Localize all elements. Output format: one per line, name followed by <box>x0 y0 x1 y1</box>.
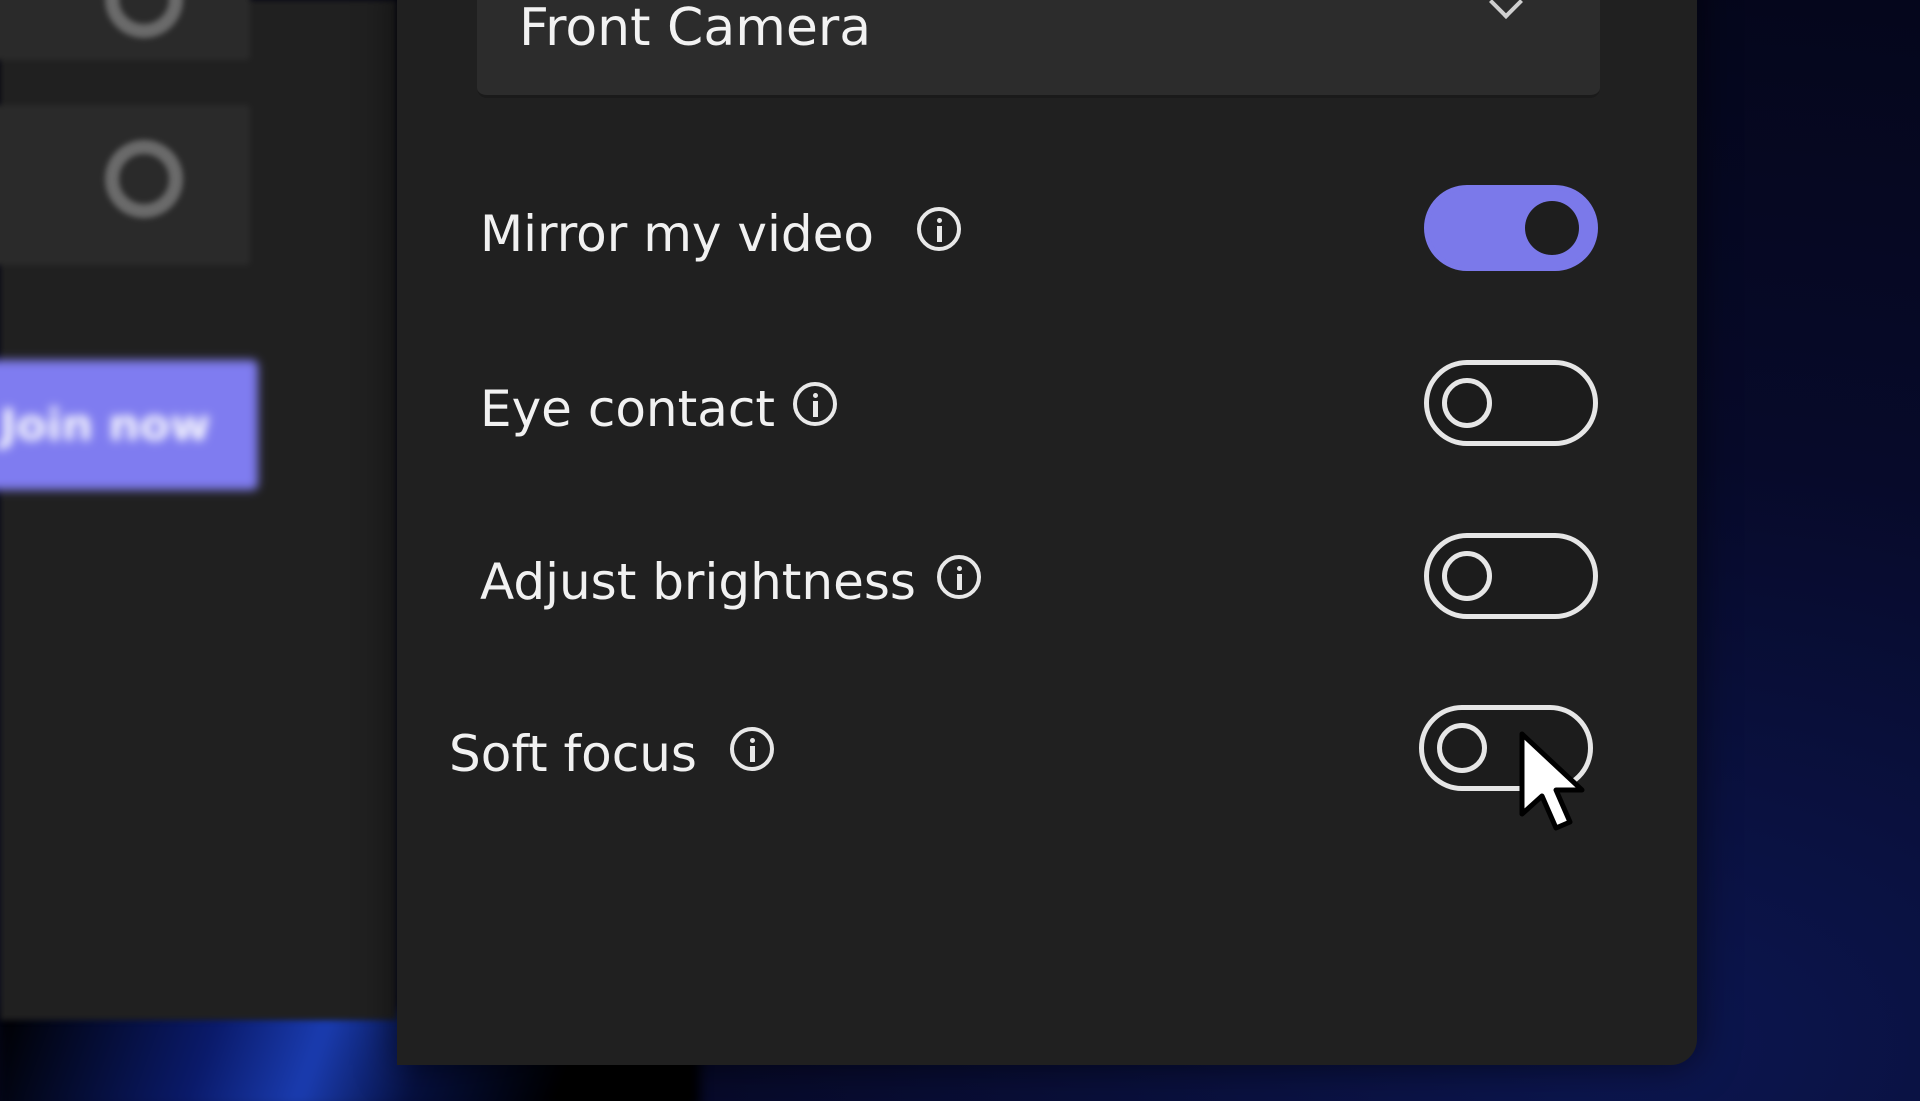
toggle-knob <box>1525 201 1579 255</box>
toggle-knob <box>1442 378 1492 428</box>
setting-row-brightness: Adjust brightness <box>397 533 1697 633</box>
eye-contact-toggle[interactable] <box>1424 360 1598 446</box>
info-icon[interactable] <box>937 555 981 599</box>
setting-row-mirror: Mirror my video <box>397 185 1697 285</box>
adjust-brightness-label: Adjust brightness <box>480 553 916 611</box>
adjust-brightness-toggle[interactable] <box>1424 533 1598 619</box>
device-option-row[interactable] <box>0 0 250 60</box>
info-icon[interactable] <box>730 727 774 771</box>
info-icon[interactable] <box>793 382 837 426</box>
mouse-cursor-icon <box>1519 731 1585 831</box>
toggle-knob <box>1437 723 1487 773</box>
join-now-button[interactable]: Join now <box>0 360 258 490</box>
radio-icon <box>105 140 183 218</box>
prejoin-panel: Join now <box>0 0 397 1020</box>
mirror-video-label: Mirror my video <box>480 205 874 263</box>
toggle-knob <box>1442 551 1492 601</box>
device-option-row[interactable] <box>0 105 250 265</box>
video-settings-panel: Front Camera Mirror my video Eye contact… <box>397 0 1697 1065</box>
camera-dropdown[interactable]: Front Camera <box>477 0 1600 98</box>
radio-icon <box>105 0 183 38</box>
screen: Join now Front Camera Mirror my video Ey… <box>0 0 1920 1101</box>
mirror-video-toggle[interactable] <box>1424 185 1598 271</box>
chevron-down-icon <box>1489 0 1523 19</box>
camera-dropdown-value: Front Camera <box>519 0 872 58</box>
setting-row-eye-contact: Eye contact <box>397 360 1697 460</box>
setting-row-soft-focus: Soft focus <box>397 705 1697 805</box>
soft-focus-label: Soft focus <box>449 725 697 783</box>
info-icon[interactable] <box>917 207 961 251</box>
eye-contact-label: Eye contact <box>480 380 775 438</box>
